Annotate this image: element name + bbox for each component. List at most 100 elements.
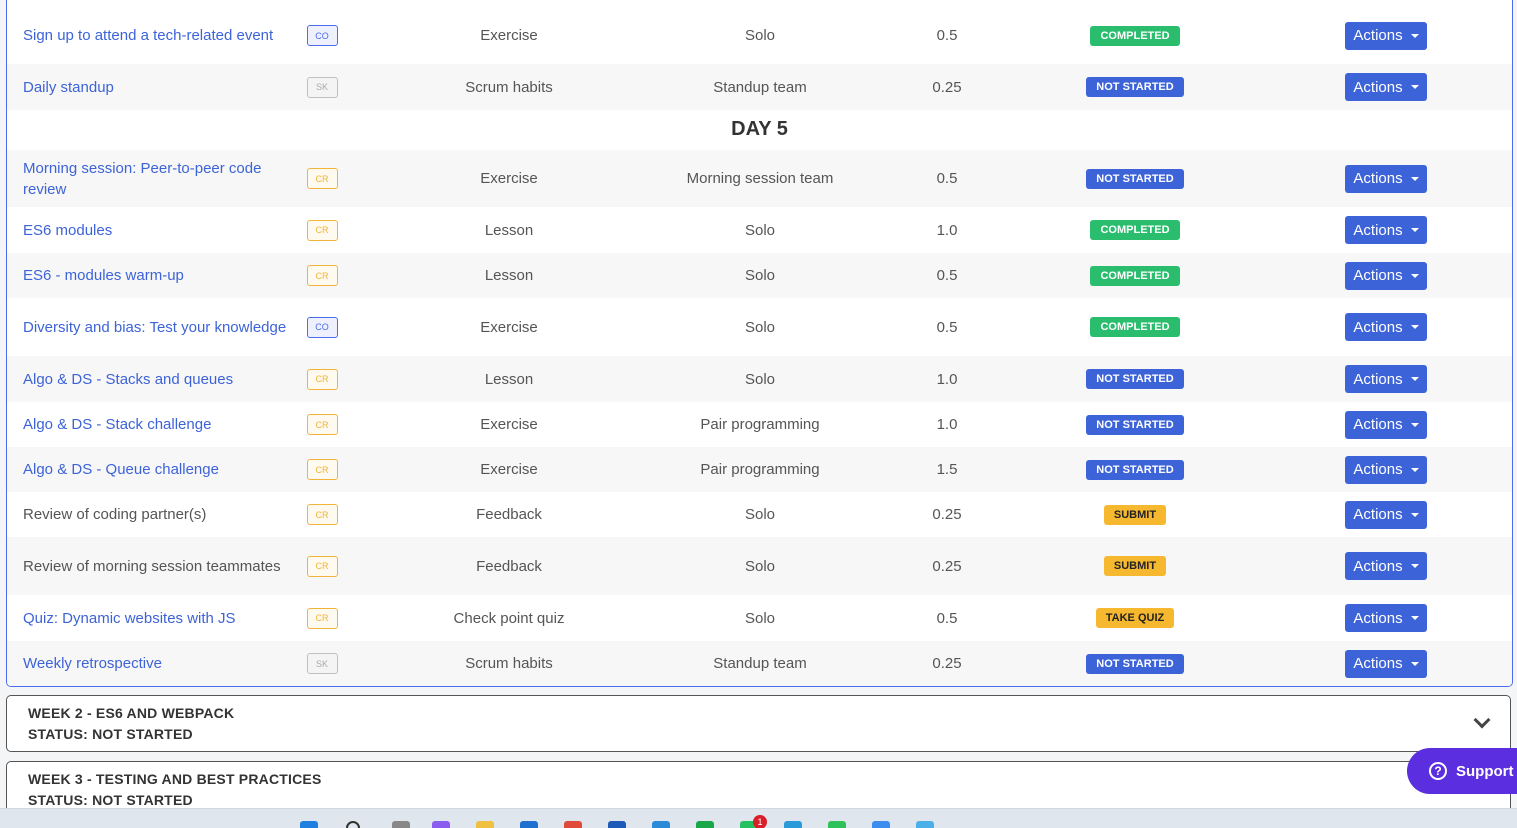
actions-button[interactable]: Actions	[1345, 500, 1427, 529]
status-cell: NOT STARTED	[1035, 641, 1235, 686]
actions-button[interactable]: Actions	[1345, 649, 1427, 678]
caret-down-icon	[1410, 422, 1419, 427]
table-row: Sign up to attend a tech-related event CO…	[7, 7, 1512, 64]
status-cell: NOT STARTED	[1035, 356, 1235, 402]
actions-button[interactable]: Actions	[1345, 261, 1427, 290]
course-page: DAY 5 Sign up to attend a tech-related e…	[0, 0, 1517, 828]
skill-tag: CO	[306, 316, 338, 338]
chevron-down-icon[interactable]	[1473, 711, 1491, 729]
task-title-link[interactable]: Algo & DS - Stacks and queues	[23, 356, 293, 402]
actions-button[interactable]: Actions	[1345, 604, 1427, 632]
store-icon[interactable]	[520, 821, 538, 828]
actions-label: Actions	[1353, 416, 1403, 433]
task-title-link: Review of coding partner(s)	[23, 506, 207, 523]
zoom-icon[interactable]	[872, 821, 890, 828]
status-badge[interactable]: SUBMIT	[1103, 556, 1167, 576]
chrome-icon[interactable]	[564, 821, 582, 828]
calendar-icon[interactable]	[608, 821, 626, 828]
skill-tag: CR	[306, 414, 338, 435]
task-type: Exercise	[480, 461, 538, 478]
spotify-icon[interactable]	[696, 821, 714, 828]
task-type: Feedback	[476, 506, 542, 523]
skill-tag-cell: CO	[305, 298, 339, 356]
caret-down-icon	[1410, 228, 1419, 232]
task-type: Lesson	[484, 370, 534, 388]
caret-down-icon	[1410, 176, 1419, 181]
actions-label: Actions	[1353, 170, 1403, 187]
actions-label: Actions	[1353, 506, 1403, 523]
table-row: ES6 - modules warm-up CR Lesson Solo 0.5 COMP…	[7, 253, 1512, 298]
task-title-link[interactable]: ES6 modules	[23, 207, 293, 253]
actions-button[interactable]: Actions	[1345, 21, 1427, 50]
task-group: Morning session team	[686, 170, 834, 187]
task-group: Solo	[744, 27, 776, 44]
task-title-link[interactable]: Algo & DS - Queue challenge	[23, 447, 293, 492]
taskbar: 1	[0, 808, 1517, 828]
task-title-link[interactable]: ES6 - modules warm-up	[23, 253, 293, 298]
actions-cell: Actions	[1345, 492, 1427, 537]
task-type: Lesson	[484, 221, 534, 239]
actions-button[interactable]: Actions	[1345, 365, 1427, 393]
status-cell: NOT STARTED	[1035, 447, 1235, 492]
task-hours: 1.0	[936, 370, 958, 388]
task-title-link: Review of morning session teammates	[23, 557, 281, 575]
search-icon[interactable]	[346, 821, 360, 828]
actions-button[interactable]: Actions	[1345, 313, 1427, 341]
status-badge: COMPLETED	[1090, 25, 1180, 46]
caret-down-icon	[1410, 377, 1419, 381]
status-cell: SUBMIT	[1035, 492, 1235, 537]
vscode-icon[interactable]	[652, 821, 670, 828]
task-group: Solo	[744, 318, 776, 336]
task-view-icon[interactable]	[392, 821, 410, 828]
task-title-link[interactable]: Diversity and bias: Test your knowledge	[23, 298, 293, 356]
skill-tag: SK	[306, 653, 338, 674]
skill-tag-cell: CR	[305, 447, 339, 492]
actions-cell: Actions	[1345, 537, 1427, 595]
task-title-link[interactable]: Morning session: Peer-to-peer code revie…	[23, 150, 293, 207]
actions-button[interactable]: Actions	[1345, 455, 1427, 484]
status-badge[interactable]: TAKE QUIZ	[1095, 608, 1175, 628]
task-hours: 0.25	[932, 655, 962, 672]
task-title-link[interactable]: Quiz: Dynamic websites with JS	[23, 595, 293, 641]
task-title-link[interactable]: Weekly retrospective	[23, 641, 293, 686]
actions-button[interactable]: Actions	[1345, 164, 1427, 193]
task-title-link[interactable]: Algo & DS - Stack challenge	[23, 402, 293, 447]
teams-icon[interactable]	[432, 821, 450, 828]
app-icon[interactable]	[828, 821, 846, 828]
task-type: Scrum habits	[465, 78, 553, 96]
support-label: Support	[1456, 762, 1514, 780]
windows-start-icon[interactable]	[300, 821, 318, 828]
actions-button[interactable]: Actions	[1345, 216, 1427, 244]
skill-tag: CR	[306, 168, 338, 189]
status-badge: COMPLETED	[1090, 317, 1180, 337]
status-cell: NOT STARTED	[1035, 402, 1235, 447]
status-badge[interactable]: SUBMIT	[1103, 504, 1167, 525]
actions-cell: Actions	[1345, 402, 1427, 447]
actions-cell: Actions	[1345, 641, 1427, 686]
skill-tag-cell: CR	[305, 537, 339, 595]
telegram-icon[interactable]	[784, 821, 802, 828]
status-cell: SUBMIT	[1035, 537, 1235, 595]
actions-button[interactable]: Actions	[1345, 552, 1427, 580]
status-cell: COMPLETED	[1035, 298, 1235, 356]
week-2-accordion[interactable]: WEEK 2 - ES6 AND WEBPACK STATUS: NOT STA…	[6, 695, 1511, 752]
screen-icon[interactable]	[916, 821, 934, 828]
status-badge: NOT STARTED	[1086, 168, 1184, 189]
task-group: Solo	[744, 609, 776, 627]
task-hours: 0.25	[932, 78, 962, 96]
file-explorer-icon[interactable]	[476, 821, 494, 828]
actions-button[interactable]: Actions	[1345, 73, 1427, 101]
actions-button[interactable]: Actions	[1345, 410, 1427, 439]
task-title-link[interactable]: Sign up to attend a tech-related event	[23, 7, 293, 64]
task-hours: 0.25	[932, 557, 962, 575]
task-type: Exercise	[480, 170, 538, 187]
actions-cell: Actions	[1345, 7, 1427, 64]
support-button[interactable]: ? Support	[1407, 748, 1517, 794]
task-hours: 0.25	[932, 506, 962, 523]
status-badge: COMPLETED	[1090, 265, 1180, 286]
task-title-link[interactable]: Daily standup	[23, 64, 293, 110]
skill-tag: CR	[306, 607, 338, 629]
week-title: WEEK 2 - ES6 AND WEBPACK	[28, 705, 235, 721]
actions-cell: Actions	[1345, 595, 1427, 641]
task-group: Standup team	[713, 655, 807, 672]
